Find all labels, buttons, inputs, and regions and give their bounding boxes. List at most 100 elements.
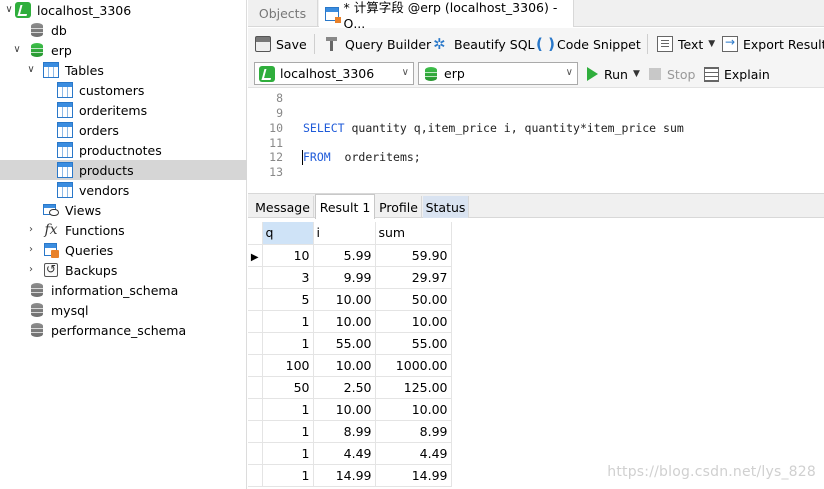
row-header[interactable] xyxy=(248,310,263,333)
row-header[interactable] xyxy=(248,354,263,377)
table-cell-q[interactable]: 1 xyxy=(262,310,314,333)
table-cell-sum[interactable]: 59.90 xyxy=(375,244,452,267)
text-dropdown-button[interactable]: Text ▼ xyxy=(657,34,715,54)
table-cell-sum[interactable]: 1000.00 xyxy=(375,354,452,377)
tree-node-table-orderitems[interactable]: orderitems xyxy=(0,100,247,120)
table-cell-sum[interactable]: 29.97 xyxy=(375,266,452,289)
table-row[interactable]: 105.9959.90 xyxy=(248,244,452,267)
table-cell-i[interactable]: 2.50 xyxy=(313,376,376,399)
table-row[interactable]: 1 8.99 8.99 xyxy=(248,420,452,443)
table-cell-sum[interactable]: 10.00 xyxy=(375,398,452,421)
save-button[interactable]: Save xyxy=(255,34,307,54)
column-header-sum[interactable]: sum xyxy=(375,222,452,245)
expand-arrow-icon[interactable]: › xyxy=(26,225,36,235)
row-header[interactable] xyxy=(248,442,263,465)
tree-node-queries[interactable]: › Queries xyxy=(0,240,247,260)
tree-node-performance-schema[interactable]: performance_schema xyxy=(0,320,247,340)
beautify-sql-button[interactable]: ✲ Beautify SQL xyxy=(433,34,535,54)
table-cell-i[interactable]: 4.49 xyxy=(313,442,376,465)
chevron-down-icon[interactable]: ▼ xyxy=(633,69,640,79)
table-cell-sum[interactable]: 4.49 xyxy=(375,442,452,465)
code-snippet-button[interactable]: ( ) Code Snippet xyxy=(536,34,641,54)
tree-node-mysql[interactable]: mysql xyxy=(0,300,247,320)
table-cell-q[interactable]: 10 xyxy=(262,244,314,267)
table-cell-q[interactable]: 5 xyxy=(262,288,314,311)
column-header-q[interactable]: q xyxy=(262,222,314,245)
current-row-marker[interactable] xyxy=(248,244,263,267)
row-header[interactable] xyxy=(248,420,263,443)
export-result-button[interactable]: Export Result xyxy=(722,34,824,54)
tree-node-erp[interactable]: ∨ erp xyxy=(0,40,247,60)
sql-editor[interactable]: 8 9 10 11 12 13 SELECT quantity q,item_p… xyxy=(248,89,824,192)
collapse-arrow-icon[interactable]: ∨ xyxy=(12,45,22,55)
stop-button[interactable]: Stop xyxy=(649,64,695,84)
tab-message[interactable]: Message xyxy=(252,196,314,218)
table-row[interactable]: 100 10.00 1000.00 xyxy=(248,354,452,377)
table-cell-q[interactable]: 50 xyxy=(262,376,314,399)
row-header[interactable] xyxy=(248,332,263,355)
tree-node-table-productnotes[interactable]: productnotes xyxy=(0,140,247,160)
code-line-select[interactable]: SELECT quantity q,item_price i, quantity… xyxy=(303,121,684,136)
code-line-from[interactable]: FROM orderitems; xyxy=(303,150,421,165)
tree-node-table-customers[interactable]: customers xyxy=(0,80,247,100)
table-cell-q[interactable]: 3 xyxy=(262,266,314,289)
table-cell-i[interactable]: 10.00 xyxy=(313,354,376,377)
tree-node-table-orders[interactable]: orders xyxy=(0,120,247,140)
collapse-arrow-icon[interactable]: ∨ xyxy=(4,5,14,15)
tab-result-1[interactable]: Result 1 xyxy=(315,194,375,219)
table-cell-q[interactable]: 1 xyxy=(262,420,314,443)
table-row[interactable]: 1 4.49 4.49 xyxy=(248,442,452,465)
tab-profile[interactable]: Profile xyxy=(376,196,422,218)
row-header[interactable] xyxy=(248,266,263,289)
table-row[interactable]: 3 9.99 29.97 xyxy=(248,266,452,289)
database-select[interactable]: erp ∨ xyxy=(418,62,578,85)
table-cell-sum[interactable]: 50.00 xyxy=(375,288,452,311)
connection-select[interactable]: localhost_3306 ∨ xyxy=(254,62,414,85)
row-header[interactable] xyxy=(248,288,263,311)
table-cell-q[interactable]: 1 xyxy=(262,442,314,465)
table-cell-q[interactable]: 1 xyxy=(262,464,314,487)
table-cell-i[interactable]: 55.00 xyxy=(313,332,376,355)
object-tree[interactable]: ∨ localhost_3306 db ∨ erp ∨ Tables custo… xyxy=(0,0,247,489)
table-cell-sum[interactable]: 125.00 xyxy=(375,376,452,399)
table-cell-i[interactable]: 8.99 xyxy=(313,420,376,443)
expand-arrow-icon[interactable]: › xyxy=(26,245,36,255)
tab-status[interactable]: Status xyxy=(423,196,469,218)
tree-node-backups[interactable]: › Backups xyxy=(0,260,247,280)
table-cell-sum[interactable]: 10.00 xyxy=(375,310,452,333)
table-cell-q[interactable]: 1 xyxy=(262,398,314,421)
tree-node-information-schema[interactable]: information_schema xyxy=(0,280,247,300)
table-cell-sum[interactable]: 14.99 xyxy=(375,464,452,487)
tree-node-table-vendors[interactable]: vendors xyxy=(0,180,247,200)
expand-arrow-icon[interactable]: › xyxy=(26,265,36,275)
row-header[interactable] xyxy=(248,464,263,487)
run-button[interactable]: Run ▼ xyxy=(587,64,640,84)
tab-query[interactable]: * 计算字段 @erp (localhost_3306) - Q... xyxy=(319,0,574,31)
tree-node-db[interactable]: db xyxy=(0,20,247,40)
table-cell-i[interactable]: 14.99 xyxy=(313,464,376,487)
table-cell-i[interactable]: 10.00 xyxy=(313,310,376,333)
tab-objects[interactable]: Objects xyxy=(248,0,318,27)
result-grid[interactable]: q i sum 105.9959.9039.9929.97510.0050.00… xyxy=(248,222,824,489)
row-header[interactable] xyxy=(248,398,263,421)
table-cell-q[interactable]: 1 xyxy=(262,332,314,355)
query-builder-button[interactable]: Query Builder xyxy=(324,34,431,54)
table-cell-sum[interactable]: 55.00 xyxy=(375,332,452,355)
tree-node-table-products[interactable]: products xyxy=(0,160,247,180)
table-row[interactable]: 1 10.00 10.00 xyxy=(248,398,452,421)
table-row[interactable]: 50 2.50 125.00 xyxy=(248,376,452,399)
table-cell-i[interactable]: 5.99 xyxy=(313,244,376,267)
table-cell-i[interactable]: 10.00 xyxy=(313,398,376,421)
table-cell-i[interactable]: 9.99 xyxy=(313,266,376,289)
row-header[interactable] xyxy=(248,376,263,399)
table-row[interactable]: 1 10.00 10.00 xyxy=(248,310,452,333)
collapse-arrow-icon[interactable]: ∨ xyxy=(26,65,36,75)
table-cell-q[interactable]: 100 xyxy=(262,354,314,377)
table-cell-i[interactable]: 10.00 xyxy=(313,288,376,311)
column-header-i[interactable]: i xyxy=(313,222,376,245)
table-cell-sum[interactable]: 8.99 xyxy=(375,420,452,443)
table-row[interactable]: 1 14.99 14.99 xyxy=(248,464,452,487)
tree-node-functions[interactable]: › fx Functions xyxy=(0,220,247,240)
table-row[interactable]: 5 10.00 50.00 xyxy=(248,288,452,311)
tree-node-tables[interactable]: ∨ Tables xyxy=(0,60,247,80)
